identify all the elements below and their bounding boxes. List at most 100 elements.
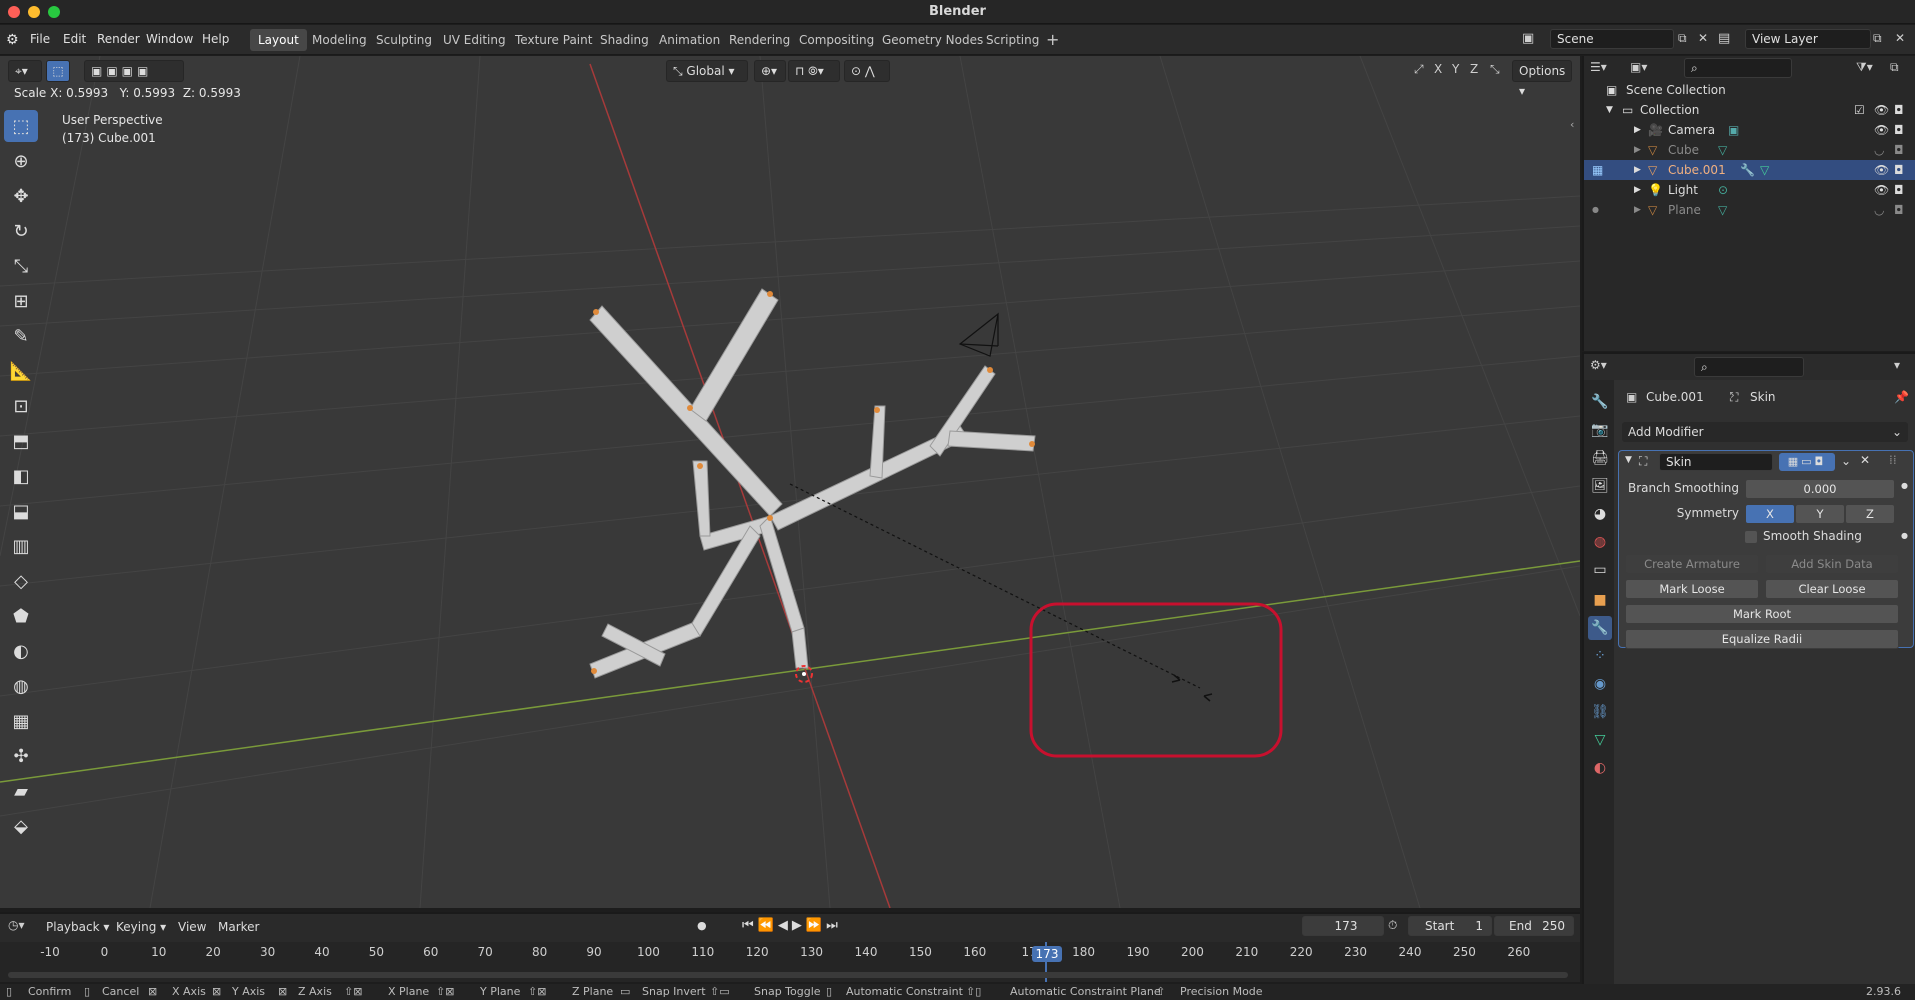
render-camera-icon[interactable]: ◘ [1894, 180, 1904, 200]
tab-scripting[interactable]: Scripting [978, 29, 1047, 51]
expand-arrow-icon[interactable]: ▶ [1634, 140, 1641, 160]
camera-object[interactable] [958, 312, 999, 357]
options-dropdown[interactable]: Options ▾ [1512, 60, 1572, 98]
new-view-layer-icon[interactable]: ⧉ [1873, 31, 1882, 46]
mark-root-button[interactable]: Mark Root [1625, 604, 1899, 624]
add-workspace-icon[interactable]: + [1046, 30, 1059, 49]
properties-editor-type-icon[interactable]: ⚙▾ [1590, 358, 1607, 372]
symmetry-y-toggle[interactable]: Y [1795, 504, 1845, 524]
expand-arrow-icon[interactable]: ▶ [1634, 120, 1641, 140]
shear-icon[interactable]: ▰ [4, 775, 38, 807]
view-layer-tab-icon[interactable]: 🖼 [1588, 474, 1612, 498]
tab-shading[interactable]: Shading [592, 29, 657, 51]
bevel-icon[interactable]: ⬓ [4, 495, 38, 527]
add-skin-data-button[interactable]: Add Skin Data [1765, 554, 1899, 574]
tab-texture-paint[interactable]: Texture Paint [507, 29, 600, 51]
menu-window[interactable]: Window [146, 32, 193, 46]
tab-uv-editing[interactable]: UV Editing [435, 29, 514, 51]
pivot-point-icon[interactable]: ⊕▾ [754, 60, 786, 82]
view-layer-selector[interactable]: View Layer [1745, 29, 1871, 49]
3d-viewport[interactable]: ⌖▾ ⬚ ▣▣▣▣ ⤡ Global ▾ ⊕▾ ⊓ ⦾▾ ⊙ ⋀ ⤢ X Y Z… [0, 56, 1580, 908]
outliner-row-light[interactable]: ▶ 💡 Light ⊙ 👁 ◘ [1584, 180, 1915, 200]
outliner-editor-type-icon[interactable]: ☰▾ [1590, 60, 1607, 74]
timeline-scrollbar[interactable] [8, 972, 1568, 978]
end-frame-field[interactable]: End 250 [1494, 916, 1574, 936]
mirror-y-toggle[interactable]: Y [1452, 62, 1459, 76]
constraints-tab-icon[interactable]: ⛓ [1588, 700, 1612, 724]
mirror-x-toggle[interactable]: X [1434, 62, 1442, 76]
marker-menu[interactable]: Marker [218, 920, 259, 934]
rotate-icon[interactable]: ↻ [4, 215, 38, 247]
collection-tab-icon[interactable]: ▭ [1588, 558, 1612, 582]
tab-sculpting[interactable]: Sculpting [368, 29, 440, 51]
playback-menu[interactable]: Playback ▾ [46, 920, 109, 934]
object-tab-icon[interactable]: ■ [1588, 588, 1612, 612]
poly-build-icon[interactable]: ⬟ [4, 600, 38, 632]
overlay-icon[interactable]: ⤡ [1490, 62, 1500, 77]
knife-icon[interactable]: ◇ [4, 565, 38, 597]
eye-icon[interactable]: 👁 [1874, 160, 1889, 180]
view-layer-icon[interactable]: ▤ [1718, 31, 1730, 46]
new-scene-icon[interactable]: ⧉ [1678, 31, 1687, 46]
collapse-arrow-icon[interactable]: ▼ [1625, 455, 1632, 465]
modifier-tab-icon[interactable]: 🔧 [1588, 616, 1612, 640]
display-mode-icon[interactable]: ▣▾ [1630, 60, 1647, 74]
render-camera-icon[interactable]: ◘ [1894, 140, 1904, 160]
tab-geometry-nodes[interactable]: Geometry Nodes [874, 29, 991, 51]
properties-search-input[interactable]: ⌕ [1694, 357, 1804, 377]
select-box-icon[interactable]: ⬚ [4, 110, 38, 142]
add-cube-icon[interactable]: ⊡ [4, 390, 38, 422]
eye-icon[interactable]: 👁 [1874, 100, 1889, 120]
clear-loose-button[interactable]: Clear Loose [1765, 579, 1899, 599]
scene-tab-icon[interactable]: ◕ [1588, 502, 1612, 526]
edit-mode-icon[interactable]: ▦ [1592, 160, 1603, 180]
annotate-icon[interactable]: ✎ [4, 320, 38, 352]
outliner-search-input[interactable]: ⌕ [1684, 58, 1792, 78]
expand-arrow-icon[interactable]: ▶ [1634, 180, 1641, 200]
physics-tab-icon[interactable]: ◉ [1588, 672, 1612, 696]
outliner-row-collection[interactable]: ▼ ▭ Collection ☑ 👁 ◘ [1584, 100, 1915, 120]
cursor-icon[interactable]: ⊕ [4, 145, 38, 177]
auto-keying-icon[interactable]: ● [697, 919, 707, 932]
menu-edit[interactable]: Edit [63, 32, 86, 46]
playhead-frame-label[interactable]: 173 [1032, 946, 1062, 962]
blender-logo-icon[interactable]: ⚙ [6, 32, 19, 48]
tab-compositing[interactable]: Compositing [791, 29, 882, 51]
properties-options-icon[interactable]: ▾ [1894, 358, 1900, 372]
data-tab-icon[interactable]: ▽ [1588, 728, 1612, 752]
sidebar-toggle-icon[interactable]: ‹ [1570, 118, 1574, 131]
smooth-shading-checkbox[interactable] [1745, 531, 1757, 543]
outliner-row-cube[interactable]: ▶ ▽ Cube ▽ ◡ ◘ [1584, 140, 1915, 160]
inset-icon[interactable]: ◧ [4, 460, 38, 492]
delete-view-layer-icon[interactable]: ✕ [1895, 31, 1905, 45]
menu-render[interactable]: Render [97, 32, 140, 46]
render-tab-icon[interactable]: 📷 [1588, 418, 1612, 442]
tab-rendering[interactable]: Rendering [721, 29, 798, 51]
eye-closed-icon[interactable]: ◡ [1874, 200, 1884, 220]
scale-icon[interactable]: ⤡ [4, 250, 38, 282]
keyframe-dot-icon[interactable]: ● [1901, 531, 1908, 540]
tool-tab-icon[interactable]: 🔧 [1588, 390, 1612, 414]
menu-help[interactable]: Help [202, 32, 229, 46]
branch-smoothing-field[interactable]: 0.000 [1745, 479, 1895, 499]
scene-selector[interactable]: Scene [1550, 29, 1674, 49]
eye-icon[interactable]: 👁 [1874, 120, 1889, 140]
mirror-z-toggle[interactable]: Z [1470, 62, 1478, 76]
pin-icon[interactable]: 📌 [1894, 390, 1909, 404]
transform-orientation-dropdown[interactable]: ⤡ Global ▾ [666, 60, 748, 82]
delete-scene-icon[interactable]: ✕ [1698, 31, 1708, 45]
eye-icon[interactable]: 👁 [1874, 180, 1889, 200]
keying-menu[interactable]: Keying ▾ [116, 920, 166, 934]
drag-handle-icon[interactable]: ⁞⁞ [1889, 453, 1897, 467]
remove-modifier-icon[interactable]: ✕ [1860, 453, 1870, 467]
render-camera-icon[interactable]: ◘ [1894, 160, 1904, 180]
timeline-editor-type-icon[interactable]: ◷▾ [8, 918, 25, 932]
playback-controls-icon[interactable]: ⏮⏪◀▶⏩⏭ [742, 918, 842, 933]
editor-type-icon[interactable]: ⌖▾ [8, 60, 42, 82]
add-modifier-dropdown[interactable]: Add Modifier ⌄ [1622, 422, 1908, 442]
rip-region-icon[interactable]: ⬙ [4, 810, 38, 842]
timeline-track[interactable]: -10 0 10 20 30 40 50 60 70 80 90 100 110 120 130 140 150… [0, 942, 1580, 982]
material-tab-icon[interactable]: ◐ [1588, 756, 1612, 780]
dropdown-chevron-icon[interactable]: ⌄ [1841, 454, 1851, 468]
tab-animation[interactable]: Animation [651, 29, 728, 51]
